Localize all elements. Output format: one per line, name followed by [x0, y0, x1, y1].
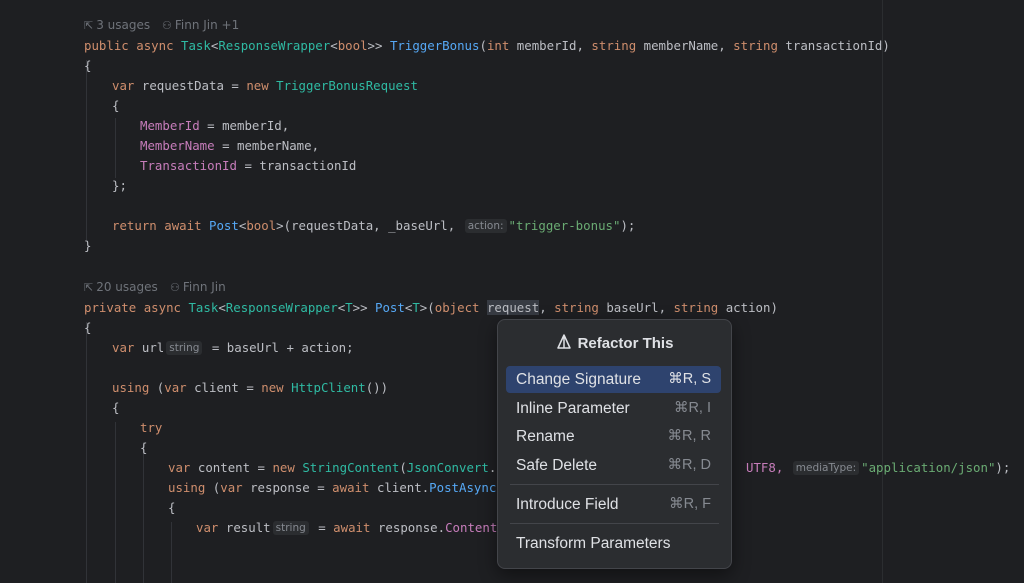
code-line[interactable]: { — [84, 56, 91, 76]
menu-item-introduce-field[interactable]: Introduce Field ⌘R, F — [506, 491, 721, 518]
indent-guide — [115, 422, 116, 583]
code-line[interactable]: { — [168, 498, 175, 518]
menu-item-inline-parameter[interactable]: Inline Parameter ⌘R, I — [506, 395, 721, 422]
code-line[interactable]: }; — [112, 176, 127, 196]
code-line[interactable]: TransactionId = transactionId — [140, 156, 356, 176]
divider — [510, 523, 719, 524]
indent-guide — [171, 522, 172, 583]
code-line[interactable]: } — [84, 236, 91, 256]
popup-title: Refactor This — [498, 334, 731, 354]
code-line[interactable]: { — [112, 398, 119, 418]
code-line[interactable]: try — [140, 418, 162, 438]
author-icon: ⚇ — [170, 281, 180, 294]
indent-guide — [115, 118, 116, 178]
code-line[interactable]: using (var response = await client.PostA… — [168, 478, 511, 498]
code-line[interactable]: { — [112, 96, 119, 116]
code-line-return[interactable]: return await Post<bool>(requestData, _ba… — [112, 216, 635, 236]
usages-hint[interactable]: ⇱ 20 usages — [84, 278, 158, 296]
code-line[interactable]: { — [84, 318, 91, 338]
menu-item-rename[interactable]: Rename ⌘R, R — [506, 423, 721, 450]
code-line-signature[interactable]: public async Task<ResponseWrapper<bool>>… — [84, 36, 890, 56]
type-hint: string — [166, 341, 203, 355]
menu-item-safe-delete[interactable]: Safe Delete ⌘R, D — [506, 452, 721, 479]
indent-guide — [86, 60, 87, 240]
divider — [510, 484, 719, 485]
code-line[interactable]: MemberName = memberName, — [140, 136, 319, 156]
author-hint[interactable]: ⚇ Finn Jin — [170, 278, 226, 296]
code-line[interactable]: using (var client = new HttpClient()) — [112, 378, 388, 398]
usages-icon: ⇱ — [84, 281, 94, 294]
code-line[interactable]: MemberId = memberId, — [140, 116, 289, 136]
code-line[interactable]: var requestData = new TriggerBonusReques… — [112, 76, 418, 96]
refactor-popup[interactable]: Refactor This Change Signature ⌘R, S Inl… — [497, 319, 732, 569]
usages-hint[interactable]: ⇱ 3 usages — [84, 16, 150, 34]
code-line-signature[interactable]: private async Task<ResponseWrapper<T>> P… — [84, 298, 778, 318]
code-line[interactable]: { — [140, 438, 147, 458]
menu-item-change-signature[interactable]: Change Signature ⌘R, S — [506, 366, 721, 393]
selected-parameter[interactable]: request — [486, 300, 540, 315]
usages-icon: ⇱ — [84, 19, 94, 32]
menu-item-transform-parameters[interactable]: Transform Parameters — [506, 530, 721, 557]
code-line[interactable]: var content = new StringContent(JsonConv… — [168, 458, 511, 478]
parameter-name-hint: action: — [464, 219, 507, 233]
indent-guide — [143, 442, 144, 583]
author-icon: ⚇ — [162, 19, 172, 32]
author-hint[interactable]: ⚇ Finn Jin +1 — [162, 16, 239, 34]
type-hint: string — [272, 521, 309, 535]
indent-guide — [86, 322, 87, 583]
parameter-name-hint: mediaType: — [792, 461, 860, 475]
code-line[interactable]: var url string = baseUrl + action; — [112, 338, 354, 358]
code-line[interactable]: var result string = await response.Conten… — [196, 518, 512, 538]
code-line-tail[interactable]: UTF8, mediaType: "application/json"); — [746, 458, 1010, 478]
right-margin-guide — [882, 0, 883, 583]
refactor-icon — [556, 334, 572, 354]
